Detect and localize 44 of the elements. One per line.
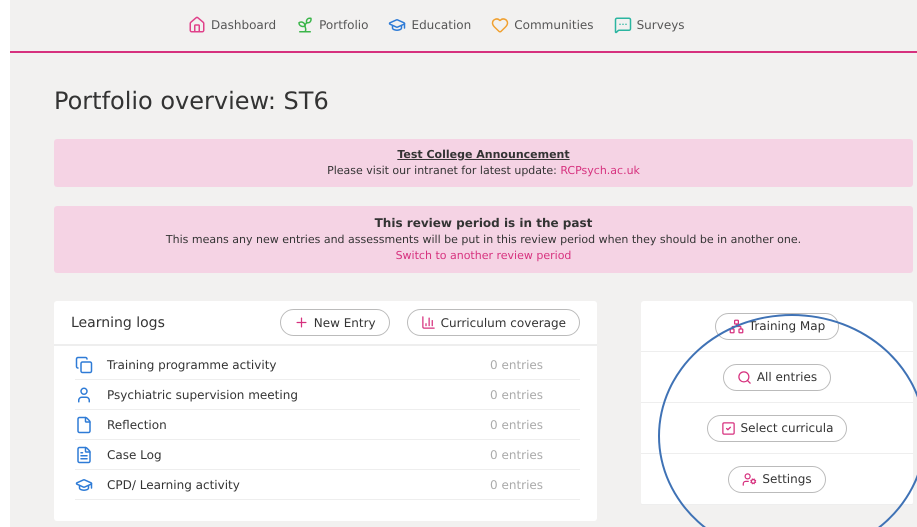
nav-link[interactable]: Portfolio <box>296 16 368 34</box>
log-type-name: CPD/ Learning activity <box>107 478 241 492</box>
action-button[interactable]: Curriculum coverage <box>406 309 580 336</box>
user-gear-icon <box>742 472 758 486</box>
action-button[interactable]: Select curricula <box>706 414 848 442</box>
entry-count: 0 entries <box>490 358 544 372</box>
entry-count: 0 entries <box>490 388 544 402</box>
house-icon <box>188 16 206 34</box>
entry-count: 0 entries <box>490 448 544 462</box>
entry-count: 0 entries <box>490 418 544 432</box>
entry-count: 0 entries <box>490 478 544 492</box>
copy-icon <box>75 356 93 374</box>
person-icon <box>75 386 93 404</box>
heart-icon <box>491 16 510 34</box>
notice-text: This means any new entries and assessments will be put in this review period when they should be in another one. <box>166 233 802 246</box>
page-title: Portfolio overview: ST6 <box>54 87 330 115</box>
nav-link[interactable]: Communities <box>491 16 594 34</box>
checkbox-icon <box>720 420 736 436</box>
action-button[interactable]: All entries <box>722 364 832 390</box>
search-icon <box>736 370 752 384</box>
nav-link[interactable]: Dashboard <box>188 16 276 34</box>
document-icon <box>75 416 93 434</box>
chat-bubble-icon <box>614 16 632 34</box>
nav-link[interactable]: Surveys <box>614 16 685 34</box>
announcement-heading: Test College Announcement <box>397 148 570 161</box>
graduation-cap-icon <box>388 16 406 34</box>
log-type-name: Psychiatric supervision meeting <box>107 388 299 402</box>
plus-icon <box>294 315 309 330</box>
bar-chart-icon <box>420 315 436 330</box>
card-title: Learning logs <box>71 314 166 330</box>
action-button[interactable]: Training Map <box>714 312 840 340</box>
action-button[interactable]: New Entry <box>280 309 390 336</box>
sprout-icon <box>296 16 314 34</box>
intranet-link[interactable]: RCPsych.ac.uk <box>560 164 640 177</box>
action-button[interactable]: Settings <box>728 466 826 492</box>
text-document-icon <box>75 446 93 464</box>
announcement-text: Please visit our intranet for latest update: RCPsych.ac.uk <box>327 164 640 177</box>
hierarchy-icon <box>728 318 744 334</box>
log-type-name: Reflection <box>107 418 168 432</box>
log-type-name: Case Log <box>107 448 163 462</box>
nav-link[interactable]: Education <box>388 16 472 34</box>
switch-period-link[interactable]: Switch to another review period <box>396 249 572 262</box>
log-type-name: Training programme activity <box>107 358 278 372</box>
notice-heading: This review period is in the past <box>374 216 592 230</box>
